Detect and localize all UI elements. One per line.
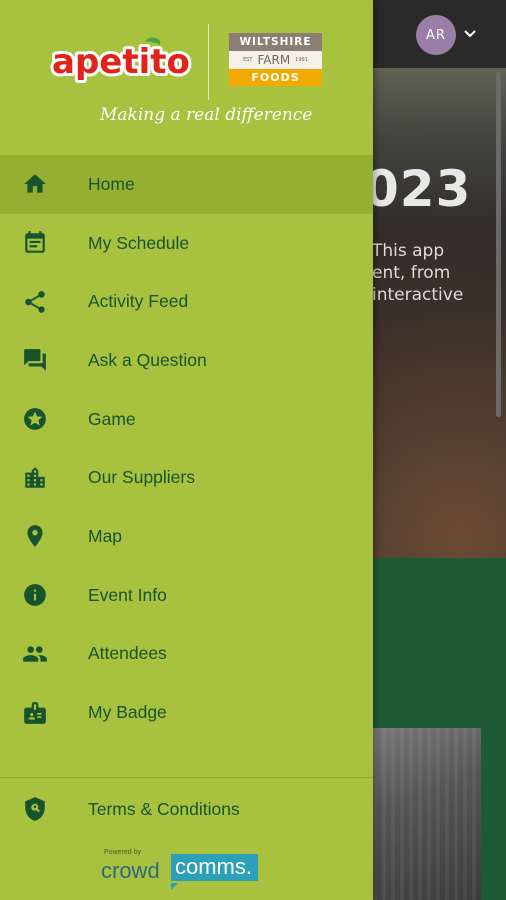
- scrollbar[interactable]: [496, 72, 501, 417]
- menu-label: My Badge: [88, 702, 167, 723]
- menu-divider: [0, 777, 373, 778]
- tagline: Making a real difference: [100, 105, 313, 125]
- menu-item-activity-feed[interactable]: Activity Feed: [0, 272, 373, 331]
- menu-item-terms-conditions[interactable]: Terms & Conditions: [0, 780, 373, 838]
- share-icon: [22, 289, 48, 315]
- wiltshire-farm-foods-logo: WILTSHIRE EST FARM 1991 FOODS: [229, 33, 322, 90]
- people-icon: [22, 641, 48, 667]
- crowdcomms-dot: .: [245, 854, 253, 879]
- menu-item-ask-a-question[interactable]: Ask a Question: [0, 331, 373, 390]
- menu-label: Ask a Question: [88, 349, 207, 370]
- calendar-icon: [22, 230, 48, 256]
- chat-icon: [22, 347, 48, 373]
- hero-year: 023: [364, 160, 472, 218]
- crowdcomms-word-right: comms.: [171, 854, 259, 881]
- menu-label: Map: [88, 525, 123, 546]
- hero-text-line: ent, from: [372, 263, 451, 283]
- svg-text:apetito: apetito: [52, 42, 190, 82]
- powered-by-text: Powered by: [104, 849, 141, 856]
- info-icon: [22, 582, 48, 608]
- menu-label: Game: [88, 408, 136, 429]
- menu-label: Terms & Conditions: [88, 798, 240, 819]
- menu-item-map[interactable]: Map: [0, 507, 373, 566]
- wff-est: EST: [243, 57, 253, 63]
- menu-item-attendees[interactable]: Attendees: [0, 625, 373, 684]
- venue-photo[interactable]: [373, 728, 481, 900]
- hero-text-line: interactive: [372, 285, 464, 305]
- crowdcomms-logo-tail: [171, 883, 178, 890]
- crowdcomms-word-left: crowd: [101, 858, 160, 883]
- logo-divider: [208, 24, 209, 100]
- navigation-drawer: apetito apetito WILTSHIRE EST FARM 1991 …: [0, 0, 373, 900]
- badge-icon: [22, 700, 48, 726]
- menu-item-my-badge[interactable]: My Badge: [0, 683, 373, 742]
- star-badge-icon: [22, 406, 48, 432]
- wff-mid-text: FARM: [257, 53, 291, 67]
- wff-bottom-text: FOODS: [229, 69, 322, 86]
- menu-label: My Schedule: [88, 232, 190, 253]
- avatar[interactable]: AR: [416, 15, 456, 55]
- wff-mid-row: EST FARM 1991: [229, 51, 322, 69]
- menu-item-our-suppliers[interactable]: Our Suppliers: [0, 448, 373, 507]
- shield-search-icon: [22, 796, 48, 822]
- menu-item-home[interactable]: Home: [0, 155, 373, 214]
- menu-item-my-schedule[interactable]: My Schedule: [0, 214, 373, 273]
- chevron-down-icon[interactable]: [462, 26, 478, 42]
- hero-description: This app ent, from interactive: [372, 240, 506, 306]
- building-icon: [22, 465, 48, 491]
- wff-top-text: WILTSHIRE: [229, 33, 322, 51]
- menu-label: Event Info: [88, 584, 167, 605]
- menu-item-game[interactable]: Game: [0, 390, 373, 449]
- apetito-logo: apetito apetito: [50, 37, 193, 85]
- menu-label: Home: [88, 173, 135, 194]
- home-icon: [22, 171, 48, 197]
- wff-year: 1991: [295, 57, 308, 63]
- drawer-header: apetito apetito WILTSHIRE EST FARM 1991 …: [0, 0, 373, 155]
- crowdcomms-comms: comms: [175, 854, 246, 879]
- drawer-menu: Home My Schedule Activity Feed Ask a Que…: [0, 155, 373, 742]
- menu-label: Attendees: [88, 643, 167, 664]
- menu-label: Activity Feed: [88, 291, 189, 312]
- hero-text-line: This app: [372, 241, 445, 261]
- menu-item-event-info[interactable]: Event Info: [0, 566, 373, 625]
- map-pin-icon: [22, 523, 48, 549]
- menu-label: Our Suppliers: [88, 467, 195, 488]
- powered-by-crowdcomms[interactable]: Powered by crowd comms.: [101, 849, 271, 891]
